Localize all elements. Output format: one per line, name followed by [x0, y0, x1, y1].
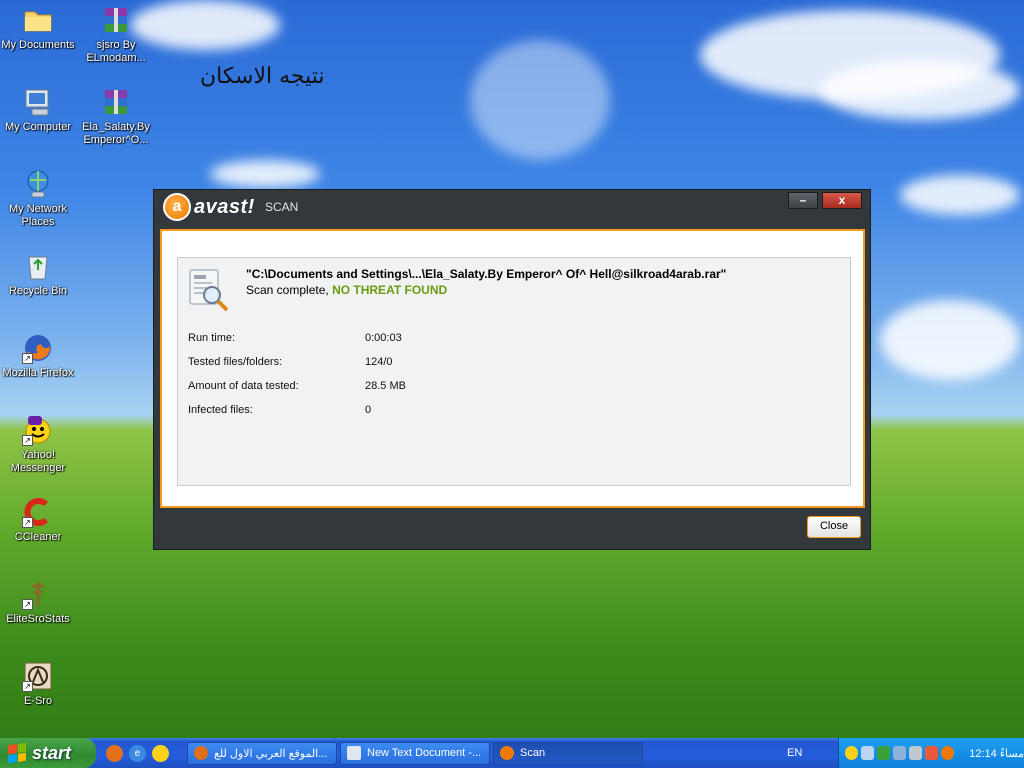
desktop-icon-my-computer[interactable]: My Computer: [0, 86, 76, 134]
desktop-icon-label: CCleaner: [14, 531, 62, 543]
desktop-icon-my-network-places[interactable]: My Network Places: [0, 168, 76, 229]
notepad-icon: [347, 746, 361, 760]
task-label: New Text Document -...: [367, 747, 482, 759]
task-button-notepad[interactable]: New Text Document -...: [340, 741, 490, 765]
speaker-tray-icon[interactable]: [909, 746, 923, 760]
desktop-icon-label: Yahoo! Messenger: [10, 449, 66, 474]
desktop-icon-label: Mozilla Firefox: [2, 367, 74, 379]
desktop-icon-ela-salaty-archive[interactable]: Ela_Salaty.By Emperor^O...: [78, 86, 154, 147]
firefox-icon: [194, 746, 208, 760]
window-close-button[interactable]: x: [822, 192, 862, 209]
taskbar: start e الموقع العربي الاول للع... New T…: [0, 738, 1024, 768]
scan-stats: Run time: 0:00:03 Tested files/folders: …: [188, 332, 406, 428]
avast-logo: a avast!: [163, 193, 255, 221]
shortcut-arrow-icon: ↗: [22, 435, 33, 446]
avast-tray-icon[interactable]: [941, 746, 955, 760]
desktop-icon-label: sjsro By ELmodam...: [86, 39, 146, 64]
task-label: Scan: [520, 747, 546, 759]
clock: 12:14 مساءً: [969, 747, 1024, 760]
stat-value: 28.5 MB: [365, 380, 406, 392]
desktop-icon-ccleaner[interactable]: ↗ CCleaner: [0, 496, 76, 544]
windows-flag-icon: [8, 742, 26, 764]
desktop-icon-label: My Computer: [4, 121, 72, 133]
desktop-icon-label: EliteSroStats: [6, 613, 70, 625]
winrar-archive-icon: [100, 4, 132, 36]
stat-row-run-time: Run time: 0:00:03: [188, 332, 406, 356]
network-icon: [22, 168, 54, 200]
stat-label: Run time:: [188, 332, 236, 344]
stat-value: 0:00:03: [365, 332, 402, 344]
desktop-icon-label: Recycle Bin: [8, 285, 68, 297]
scan-results-panel: "C:\Documents and Settings\...\Ela_Salat…: [160, 229, 865, 508]
desktop-icon-label: E-Sro: [23, 695, 53, 707]
window-label: SCAN: [265, 200, 299, 214]
task-button-browser[interactable]: الموقع العربي الاول للع...: [187, 741, 337, 765]
green-tray-icon[interactable]: [877, 746, 891, 760]
desktop-arabic-caption: نتيجه الاسكان: [200, 64, 325, 89]
system-tray: 12:14 مساءً: [838, 738, 1024, 768]
firefox-icon[interactable]: [106, 744, 123, 762]
stats-icon: ↗: [22, 578, 54, 610]
desktop-icon-sjsro-archive[interactable]: sjsro By ELmodam...: [78, 4, 154, 65]
task-button-scan[interactable]: Scan: [493, 741, 643, 765]
scan-result-box: "C:\Documents and Settings\...\Ela_Salat…: [177, 257, 851, 486]
stat-row-tested-files: Tested files/folders: 124/0: [188, 356, 406, 380]
safely-remove-tray-icon[interactable]: [893, 746, 907, 760]
desktop-icon-e-sro[interactable]: ↗ E-Sro: [0, 660, 76, 708]
desktop-icon-recycle-bin[interactable]: Recycle Bin: [0, 250, 76, 298]
desktop-icon-elitesrostats[interactable]: ↗ EliteSroStats: [0, 578, 76, 626]
window-titlebar[interactable]: a avast! SCAN – x: [154, 190, 870, 228]
start-label: start: [32, 742, 72, 763]
stat-value: 124/0: [365, 356, 393, 368]
stat-label: Tested files/folders:: [188, 356, 283, 368]
scan-status: Scan complete, NO THREAT FOUND: [246, 283, 447, 297]
firefox-icon: ↗: [22, 332, 54, 364]
status-prefix: Scan complete,: [246, 283, 329, 297]
task-label: الموقع العربي الاول للع...: [214, 747, 328, 760]
recycle-bin-icon: [22, 250, 54, 282]
scan-document-icon: [186, 267, 232, 313]
shortcut-arrow-icon: ↗: [22, 353, 33, 364]
avast-icon: [500, 746, 514, 760]
yahoo-messenger-tray-icon[interactable]: [845, 746, 859, 760]
ie-icon[interactable]: e: [129, 744, 146, 762]
stat-value: 0: [365, 404, 372, 416]
stat-label: Amount of data tested:: [188, 380, 299, 392]
scanned-file-path: "C:\Documents and Settings\...\Ela_Salat…: [246, 267, 727, 281]
stat-row-data-tested: Amount of data tested: 28.5 MB: [188, 380, 406, 404]
avast-scan-window: a avast! SCAN – x "C:\Documents and Sett…: [153, 189, 871, 550]
desktop-icon-label: My Documents: [1, 39, 75, 51]
shortcut-arrow-icon: ↗: [22, 599, 33, 610]
quick-launch: e: [106, 744, 184, 762]
avast-brand: avast!: [194, 195, 255, 218]
computer-icon: [22, 86, 54, 118]
stat-row-infected-files: Infected files: 0: [188, 404, 406, 428]
shortcut-arrow-icon: ↗: [22, 517, 33, 528]
start-button[interactable]: start: [0, 738, 96, 768]
desktop-icon-label: My Network Places: [8, 203, 68, 228]
desktop-icon-yahoo-messenger[interactable]: ↗ Yahoo! Messenger: [0, 414, 76, 475]
calendar-tray-icon[interactable]: [925, 746, 939, 760]
status-result: NO THREAT FOUND: [332, 283, 448, 297]
desktop-icon-my-documents[interactable]: My Documents: [0, 4, 76, 52]
ccleaner-icon: ↗: [22, 496, 54, 528]
stat-label: Infected files:: [188, 404, 253, 416]
language-indicator[interactable]: EN: [787, 747, 819, 759]
close-button[interactable]: Close: [807, 516, 861, 538]
minimize-button[interactable]: –: [788, 192, 818, 209]
shortcut-arrow-icon: ↗: [22, 681, 33, 692]
folder-icon: [22, 4, 54, 36]
network-tray-icon[interactable]: [861, 746, 875, 760]
yahoo-messenger-icon[interactable]: [152, 744, 169, 762]
desktop-icon-label: Ela_Salaty.By Emperor^O...: [82, 121, 150, 146]
yahoo-messenger-icon: ↗: [22, 414, 54, 446]
avast-ball-icon: a: [163, 193, 191, 221]
esro-icon: ↗: [22, 660, 54, 692]
winrar-archive-icon: [100, 86, 132, 118]
desktop-icon-mozilla-firefox[interactable]: ↗ Mozilla Firefox: [0, 332, 76, 380]
